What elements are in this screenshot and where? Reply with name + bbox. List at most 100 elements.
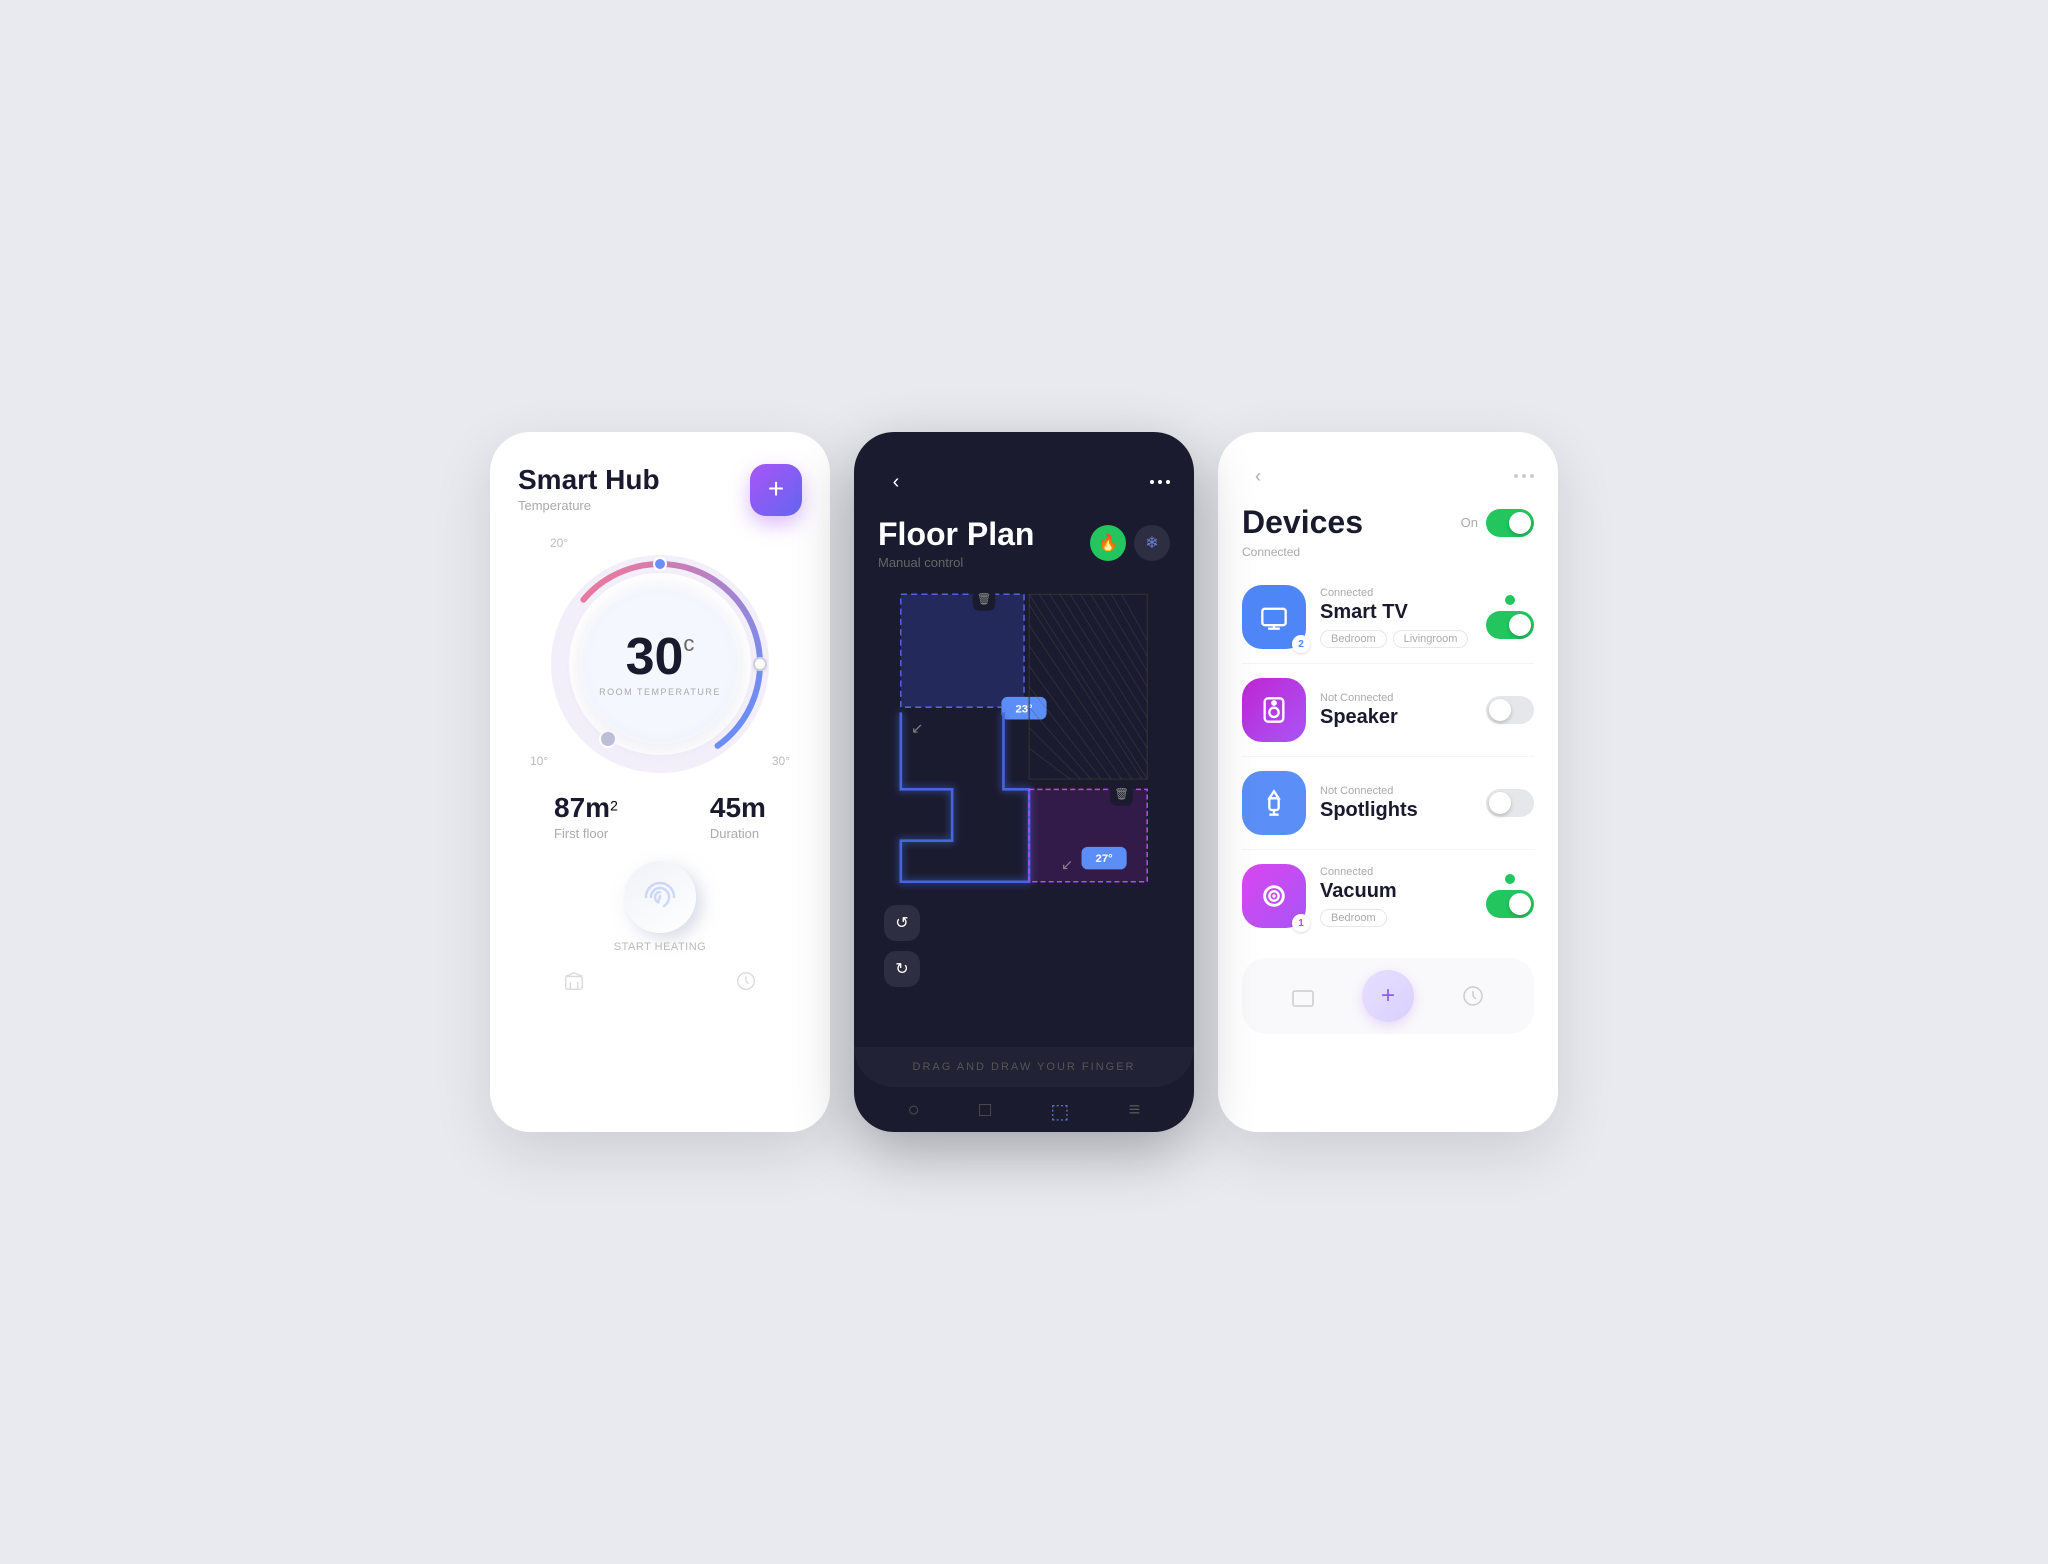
svg-text:🗑: 🗑: [977, 592, 991, 605]
svg-text:27°: 27°: [1096, 853, 1114, 865]
fp-nav-square[interactable]: □: [979, 1099, 991, 1124]
dev-back-button[interactable]: ‹: [1242, 460, 1274, 492]
speaker-toggle-area: [1486, 696, 1534, 724]
devices-screen: ‹ Devices On Connected: [1218, 432, 1558, 1132]
device-card-speaker: Not Connected Speaker: [1242, 664, 1534, 757]
speaker-name: Speaker: [1320, 706, 1472, 729]
area-value: 87m: [554, 792, 610, 823]
tv-info: Connected Smart TV Bedroom Livingroom: [1320, 587, 1472, 648]
fp-subtitle: Manual control: [878, 555, 1034, 570]
fp-nav: ○ □ ⬚ ≡: [854, 1087, 1194, 1132]
speaker-info: Not Connected Speaker: [1320, 692, 1472, 729]
fp-nav-lines[interactable]: ≡: [1129, 1099, 1141, 1124]
ring-label-20: 20°: [550, 536, 568, 550]
menu-dot: [1158, 480, 1162, 484]
vacuum-toggle[interactable]: [1486, 890, 1534, 918]
on-label: On: [1461, 515, 1478, 530]
fp-header: ‹: [854, 432, 1194, 516]
tag-bedroom-vacuum: Bedroom: [1320, 909, 1387, 927]
dev-bottom-nav: +: [1242, 958, 1534, 1034]
undo-button[interactable]: ↺: [884, 905, 920, 941]
tv-toggle-area: [1486, 595, 1534, 639]
hub-header: Smart Hub Temperature +: [518, 464, 802, 516]
drag-text: DRAG AND DRAW YOUR FINGER: [878, 1061, 1170, 1073]
ring-label-30: 30°: [772, 754, 790, 768]
nav-clock-icon[interactable]: [734, 969, 758, 993]
fp-bottom-bar: DRAG AND DRAW YOUR FINGER: [854, 1047, 1194, 1087]
tv-tags: Bedroom Livingroom: [1320, 630, 1472, 648]
tv-toggle[interactable]: [1486, 611, 1534, 639]
fire-button[interactable]: 🔥: [1090, 525, 1126, 561]
fp-title-row: Floor Plan Manual control 🔥 ❄: [854, 516, 1194, 578]
dev-header: ‹: [1242, 460, 1534, 492]
vacuum-icon-wrap: 1: [1242, 864, 1306, 928]
dev-nav-home[interactable]: [1287, 980, 1319, 1012]
vacuum-badge: 1: [1292, 914, 1310, 932]
device-card-spotlights: Not Connected Spotlights: [1242, 757, 1534, 850]
smarthub-screen: Smart Hub Temperature + 20°: [490, 432, 830, 1132]
temp-value: 30: [626, 631, 684, 683]
hub-title-block: Smart Hub Temperature: [518, 464, 660, 513]
spotlights-toggle-area: [1486, 789, 1534, 817]
fp-side-buttons: ↺ ↻: [884, 905, 920, 987]
connected-label: Connected: [1242, 545, 1534, 559]
redo-button[interactable]: ↻: [884, 951, 920, 987]
ring-label-10: 10°: [530, 754, 548, 768]
main-toggle[interactable]: [1486, 509, 1534, 537]
dev-nav-clock[interactable]: [1457, 980, 1489, 1012]
vacuum-status: Connected: [1320, 866, 1472, 878]
dev-title-row: Devices On: [1242, 504, 1534, 541]
floorplan-screen: ‹ Floor Plan Manual control 🔥 ❄: [854, 432, 1194, 1132]
spotlights-info: Not Connected Spotlights: [1320, 785, 1472, 822]
hub-title: Smart Hub: [518, 464, 660, 496]
tv-badge: 2: [1292, 635, 1310, 653]
menu-dot: [1530, 474, 1534, 478]
stat-duration: 45m Duration: [710, 792, 766, 841]
temperature-display: 30 c: [626, 631, 695, 683]
fp-nav-dashed[interactable]: ⬚: [1050, 1099, 1069, 1124]
menu-dot: [1522, 474, 1526, 478]
vacuum-status-dot: [1505, 874, 1515, 884]
start-heating-button[interactable]: [624, 861, 696, 933]
temp-unit: c: [683, 631, 694, 657]
spotlights-icon-bg: [1242, 771, 1306, 835]
svg-text:↙: ↙: [911, 721, 923, 737]
screens-container: Smart Hub Temperature + 20°: [490, 432, 1558, 1132]
area-label: First floor: [554, 826, 618, 841]
nav-home-icon[interactable]: [562, 969, 586, 993]
add-device-button[interactable]: +: [1362, 970, 1414, 1022]
fingerprint-icon: [642, 879, 678, 915]
add-icon: +: [1381, 984, 1395, 1008]
device-card-smart-tv: 2 Connected Smart TV Bedroom Livingroom: [1242, 571, 1534, 664]
fp-title-block: Floor Plan Manual control: [878, 516, 1034, 570]
snow-button[interactable]: ❄: [1134, 525, 1170, 561]
speaker-toggle[interactable]: [1486, 696, 1534, 724]
stat-area-value: 87m2: [554, 792, 618, 824]
speaker-status: Not Connected: [1320, 692, 1472, 704]
duration-label: Duration: [710, 826, 766, 841]
spotlights-toggle[interactable]: [1486, 789, 1534, 817]
spotlights-icon: [1260, 789, 1288, 817]
hub-stats: 87m2 First floor 45m Duration: [518, 792, 802, 841]
vacuum-info: Connected Vacuum Bedroom: [1320, 866, 1472, 927]
heating-label: START HEATING: [614, 941, 706, 953]
fp-back-button[interactable]: ‹: [878, 464, 914, 500]
dev-menu-dots[interactable]: [1514, 474, 1534, 478]
hub-add-button[interactable]: +: [750, 464, 802, 516]
thermostat-wrap: 20°: [518, 536, 802, 768]
room-temp-label: ROOM TEMPERATURE: [599, 687, 721, 697]
menu-dot: [1514, 474, 1518, 478]
ring-container: 30 c ROOM TEMPERATURE: [550, 554, 770, 774]
tv-icon-wrap: 2: [1242, 585, 1306, 649]
dev-toggle-row: On: [1461, 509, 1534, 537]
device-card-vacuum: 1 Connected Vacuum Bedroom: [1242, 850, 1534, 942]
vacuum-tags: Bedroom: [1320, 909, 1472, 927]
menu-dot: [1150, 480, 1154, 484]
fp-menu-button[interactable]: [1150, 480, 1170, 484]
speaker-icon-bg: [1242, 678, 1306, 742]
tv-icon: [1260, 603, 1288, 631]
floorplan-svg: 🗑 ↙ 23°: [870, 578, 1178, 898]
tv-status-dot: [1505, 595, 1515, 605]
stat-area: 87m2 First floor: [554, 792, 618, 841]
fp-nav-circle[interactable]: ○: [908, 1099, 920, 1124]
